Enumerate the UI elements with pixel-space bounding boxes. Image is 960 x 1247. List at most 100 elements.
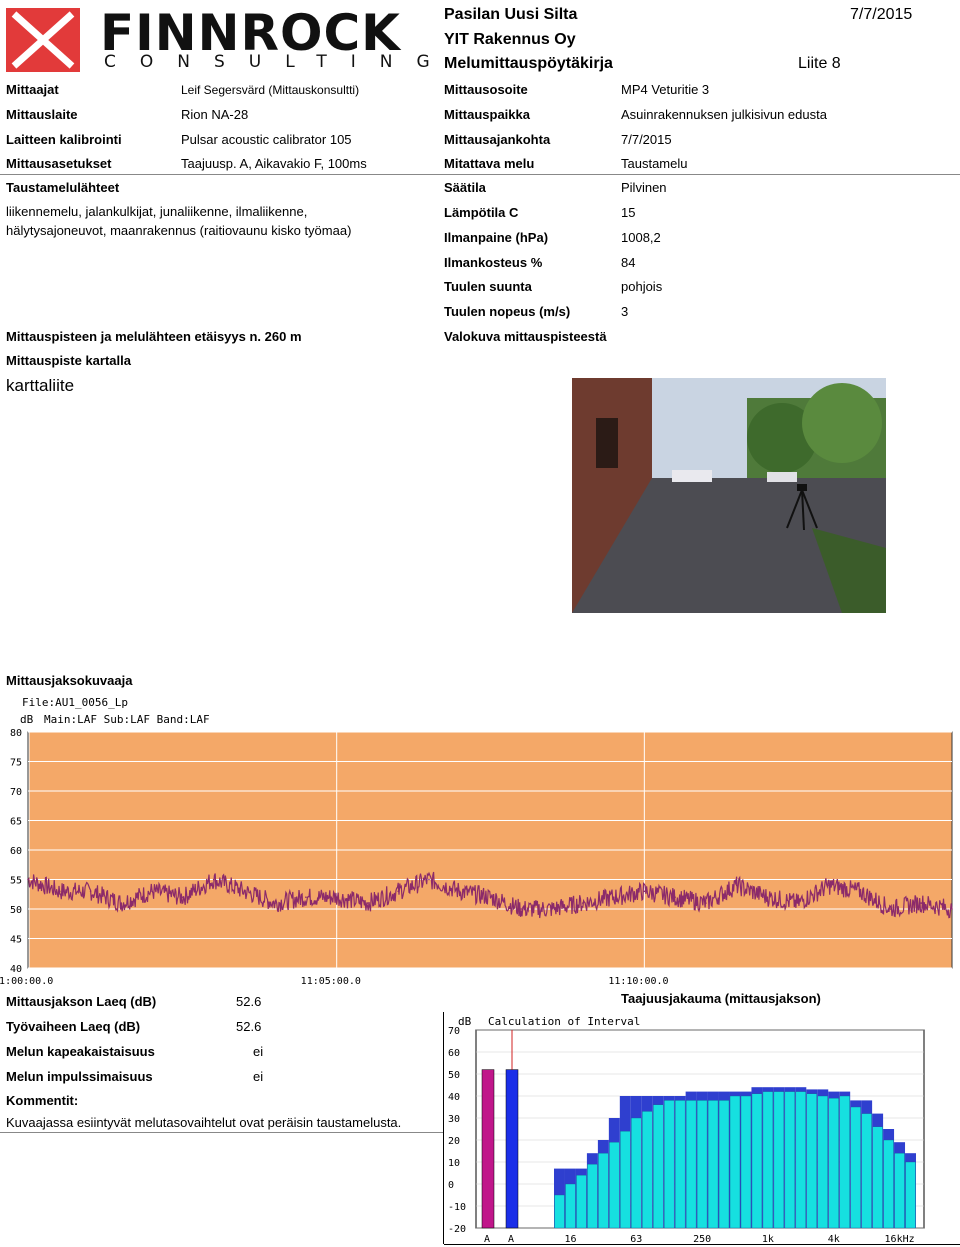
spectrum-y-tick: 10	[448, 1158, 460, 1169]
leq-bar	[663, 1100, 675, 1229]
leq-bar	[795, 1091, 807, 1229]
data-point	[889, 908, 892, 910]
y-axis-ticks: 80 75 70 65 60 55 50 45 40	[10, 728, 22, 975]
result-label-laeq-period: Mittausjakson Laeq (dB)	[6, 994, 157, 1009]
weather-value-saatila: Pilvinen	[621, 180, 667, 195]
comments-underline	[0, 1132, 444, 1133]
data-point	[182, 896, 184, 898]
spectrum-y-tick: 70	[448, 1026, 460, 1037]
distance-label: Mittauspisteen ja melulähteen etäisyys n…	[6, 329, 302, 344]
leq-bar	[696, 1100, 708, 1229]
header-date: 7/7/2015	[850, 6, 913, 23]
data-point	[735, 884, 738, 887]
field-label-mittausajankohta: Mittausajankohta	[444, 132, 551, 147]
spectrum-section-label: Taajuusjakauma (mittausjakson)	[621, 991, 821, 1006]
leq-bar	[565, 1183, 576, 1229]
field-label-mitattava-melu: Mitattava melu	[444, 156, 535, 171]
header-doc-title: Melumittauspöytäkirja	[444, 55, 613, 72]
leq-bar	[674, 1100, 686, 1229]
weather-label-ilmankosteus: Ilmankosteus %	[444, 255, 543, 270]
data-point	[120, 902, 123, 904]
field-label-mittausosoite: Mittausosoite	[444, 82, 528, 97]
field-value-mittauslaite: Rion NA-28	[181, 107, 249, 122]
data-point	[27, 878, 29, 881]
leq-bar	[762, 1091, 774, 1229]
spectrum-y-tick: 30	[448, 1114, 460, 1125]
leq-bar	[587, 1163, 598, 1229]
spectrum-border-left	[443, 1012, 444, 1244]
weather-label-saatila: Säätila	[444, 180, 486, 195]
weather-label-tuulen-nopeus: Tuulen nopeus (m/s)	[444, 304, 571, 319]
data-point	[274, 902, 276, 904]
header-company: YIT Rakennus Oy	[444, 31, 576, 48]
leq-bar	[740, 1095, 752, 1229]
field-label-mittaajat: Mittaajat	[6, 82, 59, 97]
data-point	[151, 890, 153, 893]
data-point	[582, 902, 584, 904]
leq-bar	[817, 1095, 828, 1229]
leq-bar	[554, 1194, 565, 1229]
data-point	[458, 890, 461, 893]
spectrum-y-tick: 0	[448, 1180, 454, 1191]
data-point	[489, 896, 492, 898]
leq-bar	[718, 1100, 730, 1229]
sources-label: Taustamelulähteet	[6, 180, 120, 195]
leq-bar	[642, 1111, 653, 1229]
field-label-mittauspaikka: Mittauspaikka	[444, 107, 530, 122]
data-point	[520, 908, 523, 910]
spectrum-y-tick: 50	[448, 1070, 460, 1081]
spectrum-chart: dB Calculation of Interval 7060504030201…	[448, 1015, 925, 1245]
leq-bar	[576, 1174, 587, 1229]
divider	[0, 174, 960, 175]
y-tick-label: 45	[10, 935, 22, 946]
data-point	[858, 890, 861, 893]
x-tick-label: 11:05:00.0	[301, 976, 361, 987]
header-appendix: Liite 8	[798, 55, 841, 72]
map-label: Mittauspiste kartalla	[6, 353, 131, 368]
weather-value-lampotila: 15	[621, 205, 636, 220]
leq-bar	[784, 1091, 796, 1229]
x-tick-label: 11:10:00.0	[608, 976, 668, 987]
data-point	[58, 890, 61, 893]
data-point	[305, 896, 307, 898]
leq-bar	[905, 1161, 916, 1229]
leq-bar	[707, 1100, 719, 1229]
data-point	[766, 896, 769, 898]
data-point	[951, 908, 953, 910]
leq-bar	[653, 1104, 664, 1229]
field-value-mittausosoite: MP4 Veturitie 3	[621, 82, 710, 97]
spectrum-y-tick: 40	[448, 1092, 460, 1103]
weather-value-tuulen-nopeus: 3	[621, 304, 629, 319]
y-tick-label: 40	[10, 964, 22, 975]
field-label-asetukset: Mittausasetukset	[6, 156, 112, 171]
result-value-narrowband: ei	[253, 1044, 264, 1059]
time-series-chart: File:AU1_0056_Lp dB Main:LAF Sub:LAF Ban…	[0, 696, 953, 987]
field-value-mittauspaikka: Asuinrakennuksen julkisivun edusta	[621, 107, 827, 122]
leq-bar	[685, 1100, 697, 1229]
leq-bar	[839, 1095, 850, 1229]
data-point	[212, 878, 215, 881]
data-point	[612, 896, 615, 898]
field-label-kalibrointi: Laitteen kalibrointi	[6, 132, 122, 147]
data-point	[705, 902, 707, 904]
leq-bar	[729, 1095, 741, 1229]
data-point	[797, 902, 799, 904]
leq-bar	[773, 1091, 785, 1229]
y-tick-label: 70	[10, 787, 22, 798]
result-value-laeq-period: 52.6	[236, 994, 262, 1009]
field-value-mittausajankohta: 7/7/2015	[621, 132, 672, 147]
y-tick-label: 55	[10, 876, 22, 887]
weather-label-ilmanpaine: Ilmanpaine (hPa)	[444, 230, 549, 245]
spectrum-y-tick: -20	[448, 1224, 466, 1235]
x-tick-label: 11:00:00.0	[0, 976, 53, 987]
comments-text: Kuvaajassa esiintyvät melutasovaihtelut …	[6, 1115, 402, 1130]
sources-line-2: hälytysajoneuvot, maanrakennus (raitiova…	[6, 223, 352, 238]
spectrum-y-tick: 60	[448, 1048, 460, 1059]
leq-bar	[861, 1113, 872, 1229]
sources-line-1: liikennemelu, jalankulkijat, junaliikenn…	[6, 204, 308, 219]
leq-bar	[872, 1126, 883, 1229]
y-tick-label: 65	[10, 817, 22, 828]
data-point	[428, 878, 430, 881]
leq-bar	[850, 1106, 861, 1229]
photo-label: Valokuva mittauspisteestä	[444, 329, 607, 344]
